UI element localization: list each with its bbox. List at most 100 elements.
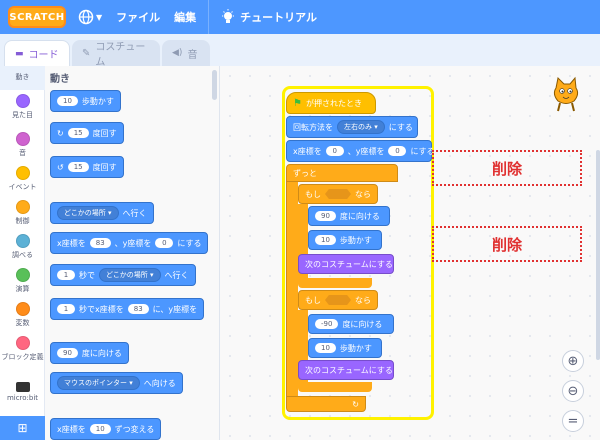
category-events[interactable]: イベント: [0, 166, 45, 192]
glide-xy-block[interactable]: 1 秒でx座標を 83 に、y座標を: [50, 298, 205, 320]
rotate-right-icon: ↻: [57, 128, 64, 138]
degrees-input[interactable]: 15: [67, 128, 89, 138]
block-text: 歩動かす: [339, 235, 372, 245]
point-direction-block[interactable]: 90 度に向ける: [308, 206, 390, 226]
add-extension-button[interactable]: ⊞: [0, 416, 45, 440]
dropdown-value: どこかの場所: [64, 209, 106, 217]
change-x-block[interactable]: x座標を 10 ずつ変える: [50, 418, 162, 440]
x-input[interactable]: 0: [325, 146, 344, 156]
seconds-input[interactable]: 1: [57, 304, 75, 314]
x-input[interactable]: 83: [89, 238, 111, 248]
category-operators[interactable]: 演算: [0, 268, 45, 294]
x-change-input[interactable]: 10: [89, 424, 111, 434]
palette-scrollbar[interactable]: [212, 70, 217, 100]
category-label: 調べる: [12, 251, 33, 259]
block-text: へ行く: [164, 270, 189, 280]
category-looks[interactable]: 見た目: [0, 94, 45, 120]
degrees-input[interactable]: 15: [67, 162, 89, 172]
next-costume-block[interactable]: 次のコスチュームにする: [298, 254, 394, 274]
zoom-in-button[interactable]: ⊕: [562, 350, 584, 372]
file-menu[interactable]: ファイル: [116, 9, 160, 25]
zoom-reset-button[interactable]: =: [562, 410, 584, 432]
block-text: 次のコスチュームにする: [305, 365, 393, 375]
point-direction-block[interactable]: -90 度に向ける: [308, 314, 394, 334]
tab-costumes[interactable]: ✎ コスチューム: [72, 40, 160, 68]
sensing-dot-icon: [15, 234, 30, 248]
turn-left-block[interactable]: ↺ 15 度回す: [50, 156, 124, 178]
chevron-down-icon: ▼: [96, 12, 103, 22]
target-dropdown[interactable]: どこかの場所 ▾: [99, 268, 161, 282]
target-dropdown[interactable]: どこかの場所 ▾: [57, 206, 119, 220]
category-label: 見た目: [12, 111, 33, 119]
block-text: へ向ける: [143, 378, 176, 388]
block-text: 回転方法を: [293, 122, 333, 132]
goto-block[interactable]: どこかの場所 ▾ へ行く: [50, 202, 154, 224]
glide-block[interactable]: 1 秒で どこかの場所 ▾ へ行く: [50, 264, 196, 286]
point-direction-block[interactable]: 90 度に向ける: [50, 342, 129, 364]
seconds-input[interactable]: 1: [57, 270, 75, 280]
brush-icon: ✎: [82, 47, 91, 59]
sprite-cat-icon: [553, 76, 579, 112]
tutorials-button[interactable]: チュートリアル: [221, 9, 317, 25]
category-sound[interactable]: 音: [0, 132, 45, 158]
category-variables[interactable]: 変数: [0, 302, 45, 328]
edit-menu[interactable]: 編集: [174, 9, 196, 25]
scratch-logo[interactable]: SCRATCH: [8, 6, 66, 28]
zoom-in-icon: ⊕: [567, 353, 579, 369]
category-label: 制御: [15, 217, 30, 225]
if-footer: [298, 382, 372, 392]
tab-code[interactable]: ▬ コード: [4, 40, 70, 66]
steps-input[interactable]: 10: [57, 96, 78, 106]
direction-input[interactable]: -90: [315, 319, 339, 329]
target-dropdown[interactable]: マウスのポインター ▾: [57, 376, 140, 390]
rotation-style-dropdown[interactable]: 左右のみ ▾: [337, 120, 385, 134]
block-text: 度回す: [92, 128, 117, 138]
y-input[interactable]: 0: [155, 238, 174, 248]
category-label: 動き: [15, 73, 30, 81]
category-label: 変数: [15, 319, 30, 327]
add-extension-icon: ⊞: [17, 421, 28, 435]
when-flag-clicked-block[interactable]: ⚑ が押されたとき: [286, 92, 376, 114]
category-microbit[interactable]: micro:bit: [0, 382, 45, 402]
point-towards-block[interactable]: マウスのポインター ▾ へ向ける: [50, 372, 183, 394]
forever-block[interactable]: ずっと: [286, 164, 398, 182]
turn-right-block[interactable]: ↻ 15 度回す: [50, 122, 124, 144]
forever-arm: [286, 182, 298, 406]
move-steps-block[interactable]: 10 歩動かす: [308, 338, 382, 358]
delete-annotation: 削除: [432, 150, 582, 186]
workspace-scrollbar[interactable]: [596, 150, 600, 360]
direction-input[interactable]: 90: [315, 211, 336, 221]
direction-input[interactable]: 90: [57, 348, 78, 358]
block-text: にする: [177, 238, 202, 248]
block-text: 度に向ける: [342, 319, 383, 329]
loop-arrow-icon: ↻: [352, 399, 359, 409]
forever-footer: ↻: [286, 396, 366, 412]
block-text: もし: [305, 295, 321, 305]
move-steps-block[interactable]: 10 歩動かす: [50, 90, 121, 112]
steps-input[interactable]: 10: [315, 235, 336, 245]
x-input[interactable]: 83: [127, 304, 149, 314]
category-motion[interactable]: 動き: [0, 66, 45, 90]
if-block[interactable]: もし なら: [298, 184, 378, 204]
language-menu[interactable]: ▼: [78, 9, 102, 25]
tab-sounds[interactable]: ◀) 音: [162, 40, 210, 66]
next-costume-block[interactable]: 次のコスチュームにする: [298, 360, 394, 380]
category-sensing[interactable]: 調べる: [0, 234, 45, 260]
category-control[interactable]: 制御: [0, 200, 45, 226]
steps-input[interactable]: 10: [315, 343, 336, 353]
goto-xy-block[interactable]: x座標を 0 、y座標を 0 にする: [286, 140, 435, 162]
set-rotation-style-block[interactable]: 回転方法を 左右のみ ▾ にする: [286, 116, 418, 138]
condition-slot[interactable]: [325, 189, 351, 199]
y-input[interactable]: 0: [388, 146, 407, 156]
block-text: 歩動かす: [81, 96, 114, 106]
dropdown-value: マウスのポインター: [64, 379, 127, 387]
zoom-out-button[interactable]: ⊖: [562, 380, 584, 402]
variables-dot-icon: [15, 302, 30, 316]
category-my-blocks[interactable]: ブロック定義: [0, 336, 45, 362]
goto-xy-block[interactable]: x座標を 83 、y座標を 0 にする: [50, 232, 209, 254]
condition-slot[interactable]: [325, 295, 351, 305]
dropdown-value: 左右のみ: [344, 123, 372, 131]
if-block[interactable]: もし なら: [298, 290, 378, 310]
move-steps-block[interactable]: 10 歩動かす: [308, 230, 382, 250]
block-text: 秒で: [79, 270, 95, 280]
